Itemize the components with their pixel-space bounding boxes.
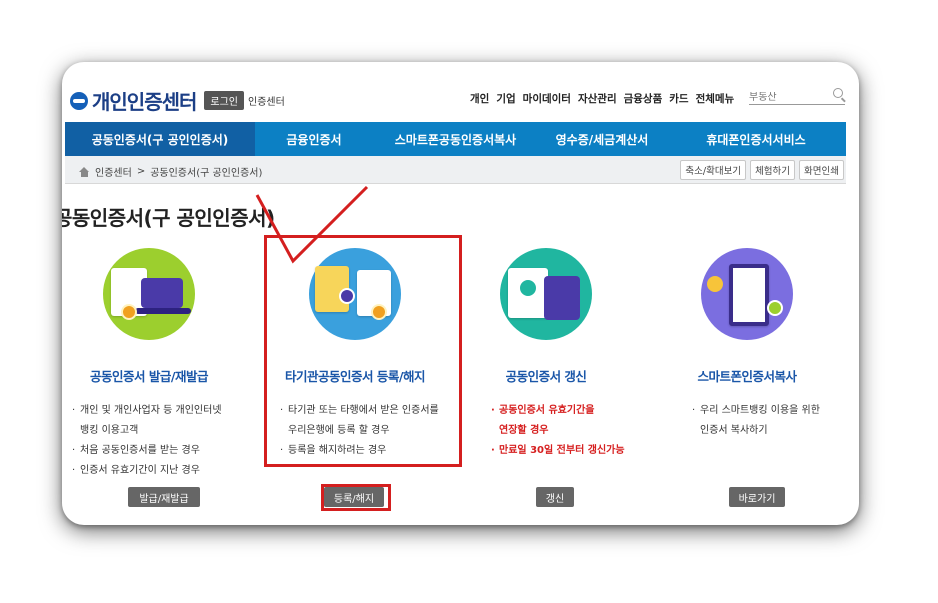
bank-logo-icon [70, 91, 88, 110]
header: 개인인증센터 로그인 인증센터 개인 기업 마이데이터 자산관리 금융상품 카드… [62, 62, 859, 120]
search-input[interactable] [749, 92, 825, 103]
global-nav: 개인 기업 마이데이터 자산관리 금융상품 카드 전체메뉴 [470, 91, 734, 106]
logo-subtitle: 인증센터 [248, 97, 285, 108]
nav-personal[interactable]: 개인 [470, 91, 489, 106]
breadcrumb-separator: > [136, 166, 146, 177]
item-title: 공동인증서 갱신 [505, 369, 587, 384]
search-box [749, 85, 845, 105]
bullet-continued: 연장할 경우 [499, 425, 549, 436]
highlight-box [264, 235, 462, 467]
breadcrumb-item[interactable]: 인증센터 [95, 164, 132, 179]
logo[interactable]: 개인인증센터 로그인 인증센터 [70, 86, 285, 115]
renew-item: 공동인증서 갱신 공동인증서 유효기간을 연장할 경우 만료일 30일 전부터 … [451, 248, 641, 461]
smartphone-key-icon [701, 248, 793, 340]
checkmark-annotation [255, 185, 369, 264]
trial-button[interactable]: 체험하기 [750, 160, 796, 180]
login-button[interactable]: 로그인 [204, 91, 245, 110]
logo-text: 개인인증센터 [92, 90, 197, 114]
breadcrumb-current: 공동인증서(구 공인인증서) [150, 168, 263, 179]
nav-card[interactable]: 카드 [669, 91, 688, 106]
bullet: 우리 스마트뱅킹 이용을 위한 [692, 401, 842, 421]
go-button[interactable]: 바로가기 [729, 487, 785, 507]
search-icon[interactable] [833, 88, 843, 98]
bullet-continued: 뱅킹 이용고객 [80, 425, 139, 436]
zoom-button[interactable]: 축소/확대보기 [680, 160, 747, 180]
bullet: 인증서 유효기간이 지난 경우 [72, 461, 244, 481]
nav-mydata[interactable]: 마이데이터 [523, 91, 571, 106]
tab-receipt[interactable]: 영수증/세금계산서 [538, 122, 666, 156]
issue-button[interactable]: 발급/재발급 [128, 487, 200, 507]
tab-financial-certificate[interactable]: 금융인증서 [255, 122, 373, 156]
issue-item: 공동인증서 발급/재발급 개인 및 개인사업자 등 개인인터넷 뱅킹 이용고객 … [62, 248, 244, 481]
certificate-laptop-icon [103, 248, 195, 340]
nav-business[interactable]: 기업 [496, 91, 515, 106]
tab-smartphone-copy[interactable]: 스마트폰공동인증서복사 [373, 122, 538, 156]
renew-button[interactable]: 갱신 [536, 487, 574, 507]
highlight-button-box [321, 484, 391, 511]
tab-joint-certificate[interactable]: 공동인증서(구 공인인증서) [65, 122, 255, 156]
breadcrumb: 인증센터 > 공동인증서(구 공인인증서) 축소/확대보기 체험하기 화면인쇄 [65, 156, 846, 184]
print-button[interactable]: 화면인쇄 [799, 160, 844, 180]
bullet: 처음 공동인증서를 받는 경우 [72, 441, 244, 461]
nav-all-menu[interactable]: 전체메뉴 [696, 91, 735, 106]
home-icon[interactable] [79, 166, 90, 177]
smartphone-copy-item: 스마트폰인증서복사 우리 스마트뱅킹 이용을 위한 인증서 복사하기 [652, 248, 842, 441]
bullet: 만료일 30일 전부터 갱신가능 [491, 441, 641, 461]
bullet: 공동인증서 유효기간을 [491, 401, 641, 421]
bullet-continued: 인증서 복사하기 [700, 425, 768, 436]
nav-products[interactable]: 금융상품 [624, 91, 663, 106]
nav-asset[interactable]: 자산관리 [578, 91, 617, 106]
tab-mobile-certificate[interactable]: 휴대폰인증서서비스 [666, 122, 846, 156]
certificate-renew-icon [500, 248, 592, 340]
page-title: 공동인증서(구 공인인증서) [62, 206, 275, 230]
item-title: 스마트폰인증서복사 [697, 369, 797, 384]
item-title: 공동인증서 발급/재발급 [90, 369, 208, 384]
bullet: 개인 및 개인사업자 등 개인인터넷 [72, 401, 244, 421]
tab-bar: 공동인증서(구 공인인증서) 금융인증서 스마트폰공동인증서복사 영수증/세금계… [65, 122, 846, 156]
